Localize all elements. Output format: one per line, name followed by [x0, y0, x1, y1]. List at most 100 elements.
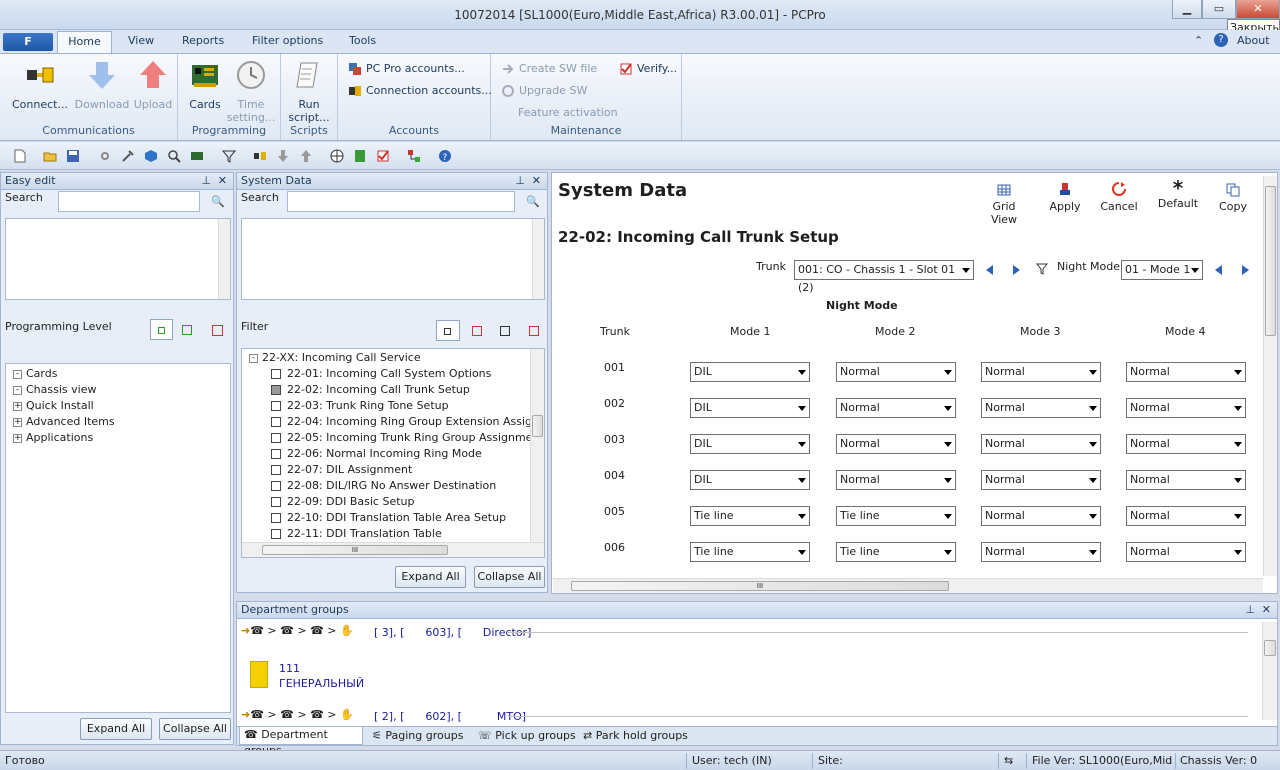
about-label[interactable]: About [1237, 34, 1270, 47]
cancel-button[interactable]: Cancel [1098, 181, 1140, 213]
pin-icon[interactable]: ⊥ [515, 173, 525, 189]
mode-2-select[interactable]: Tie line [836, 506, 956, 526]
tree-item-quick-install[interactable]: + Quick Install [13, 399, 94, 412]
copy-button[interactable]: Copy [1213, 183, 1253, 213]
feature-activation-button[interactable]: Feature activation [518, 106, 618, 119]
checkbox[interactable] [271, 497, 281, 507]
filter-icon[interactable] [1036, 263, 1048, 275]
level-2-button[interactable] [182, 325, 192, 335]
scrollbar[interactable] [218, 219, 230, 299]
level-1-button[interactable] [150, 319, 173, 340]
checkbox[interactable] [271, 449, 281, 459]
scrollbar-thumb[interactable] [1264, 640, 1276, 656]
tree-root-22xx[interactable]: -22-XX: Incoming Call Service [249, 351, 421, 364]
tree-item[interactable]: 22-02: Incoming Call Trunk Setup [271, 383, 470, 396]
system-data-collapse-all-button[interactable]: Collapse All [474, 566, 545, 588]
tree-item[interactable]: 22-10: DDI Translation Table Area Setup [271, 511, 506, 524]
tab-home[interactable]: Home [57, 31, 112, 54]
tree-item[interactable]: 22-01: Incoming Call System Options [271, 367, 491, 380]
main-horizontal-scrollbar[interactable]: III [553, 578, 1263, 593]
scrollbar-thumb[interactable] [532, 415, 543, 437]
search-icon[interactable]: 🔍 [211, 195, 225, 208]
tree-vertical-scrollbar[interactable] [530, 349, 544, 542]
filter-level-3-button[interactable] [500, 326, 510, 336]
mode-1-select[interactable]: DIL [690, 470, 810, 490]
system-data-results-list[interactable] [241, 218, 545, 300]
filter-level-1-button[interactable] [436, 320, 460, 341]
tree-item[interactable]: 22-06: Normal Incoming Ring Mode [271, 447, 482, 460]
mode-1-select[interactable]: Tie line [690, 542, 810, 562]
mode-3-select[interactable]: Normal [981, 362, 1101, 382]
system-data-expand-all-button[interactable]: Expand All [395, 566, 466, 588]
pcpro-accounts-button[interactable]: PC Pro accounts... [348, 62, 465, 76]
save-icon[interactable] [66, 149, 80, 163]
tab-pick-up-groups[interactable]: ☏ Pick up groups [478, 729, 576, 742]
connection-accounts-button[interactable]: Connection accounts... [348, 84, 492, 98]
tree-item-chassis-view[interactable]: - Chassis view [13, 383, 96, 396]
group-number[interactable]: 111 [279, 662, 300, 675]
tree-item[interactable]: 22-09: DDI Basic Setup [271, 495, 414, 508]
easy-edit-search-input[interactable] [58, 191, 200, 212]
checkbox[interactable] [271, 465, 281, 475]
verify-button[interactable]: Verify... [619, 62, 677, 76]
download-small-icon[interactable] [276, 149, 290, 163]
new-file-icon[interactable] [13, 149, 27, 163]
help-icon[interactable]: ? [1214, 33, 1228, 47]
tree-item[interactable]: 22-11: DDI Translation Table [271, 527, 442, 540]
mode-2-select[interactable]: Normal [836, 470, 956, 490]
department-row-2[interactable]: [ 2], [ 602], [ MTO] [374, 710, 526, 723]
scrollbar[interactable] [532, 219, 544, 299]
mode-1-select[interactable]: DIL [690, 434, 810, 454]
mode-2-select[interactable]: Normal [836, 362, 956, 382]
open-folder-icon[interactable] [43, 149, 57, 163]
tree-item[interactable]: 22-08: DIL/IRG No Answer Destination [271, 479, 496, 492]
mode-1-select[interactable]: DIL [690, 362, 810, 382]
previous-trunk-icon[interactable] [986, 265, 993, 275]
mode-1-select[interactable]: DIL [690, 398, 810, 418]
minimize-button[interactable]: ▁ [1172, 0, 1202, 19]
tree-item[interactable]: 22-04: Incoming Ring Group Extension Ass… [271, 415, 544, 428]
close-icon[interactable]: ✕ [218, 173, 227, 189]
expander-icon[interactable]: - [13, 385, 22, 395]
card-small-icon[interactable] [190, 149, 204, 163]
mode-2-select[interactable]: Tie line [836, 542, 956, 562]
main-vertical-scrollbar[interactable] [1263, 176, 1277, 576]
mode-3-select[interactable]: Normal [981, 506, 1101, 526]
department-scrollbar[interactable] [1262, 622, 1277, 720]
previous-mode-icon[interactable] [1215, 265, 1222, 275]
tree-item-applications[interactable]: + Applications [13, 431, 93, 444]
checkbox[interactable] [271, 385, 281, 395]
level-3-button[interactable] [212, 325, 223, 336]
cards-button[interactable]: Cards [182, 59, 228, 111]
apply-button[interactable]: Apply [1043, 181, 1087, 213]
close-icon[interactable]: ✕ [532, 173, 541, 189]
tab-reports[interactable]: Reports [182, 34, 224, 47]
checkbox[interactable] [271, 433, 281, 443]
mode-3-select[interactable]: Normal [981, 434, 1101, 454]
run-script-button[interactable]: Run script... [285, 59, 333, 124]
grid-view-button[interactable]: Grid View [978, 183, 1030, 226]
network-icon[interactable] [407, 149, 421, 163]
scrollbar-thumb[interactable]: III [262, 545, 448, 555]
next-mode-icon[interactable] [1242, 265, 1249, 275]
tab-paging-groups[interactable]: ⚟ Paging groups [372, 729, 463, 742]
mode-2-select[interactable]: Normal [836, 434, 956, 454]
system-data-search-input[interactable] [287, 191, 515, 212]
pin-icon[interactable]: ⊥ [1245, 602, 1255, 618]
tree-item[interactable]: 22-03: Trunk Ring Tone Setup [271, 399, 449, 412]
mode-4-select[interactable]: Normal [1126, 362, 1246, 382]
pin-icon[interactable]: ⊥ [201, 173, 211, 189]
search-icon[interactable] [167, 149, 181, 163]
checkbox[interactable] [271, 369, 281, 379]
maximize-button[interactable]: ▭ [1202, 0, 1236, 19]
tree-item[interactable]: 22-05: Incoming Trunk Ring Group Assignm… [271, 431, 544, 444]
tab-view[interactable]: View [128, 34, 154, 47]
cube-icon[interactable] [144, 149, 158, 163]
scrollbar-thumb[interactable]: III [571, 581, 949, 591]
filter-level-4-button[interactable] [529, 326, 539, 336]
create-sw-file-button[interactable]: Create SW file [501, 62, 597, 76]
mode-2-select[interactable]: Normal [836, 398, 956, 418]
close-button[interactable]: ✕ [1236, 0, 1280, 19]
checkbox[interactable] [271, 529, 281, 539]
mode-4-select[interactable]: Normal [1126, 434, 1246, 454]
